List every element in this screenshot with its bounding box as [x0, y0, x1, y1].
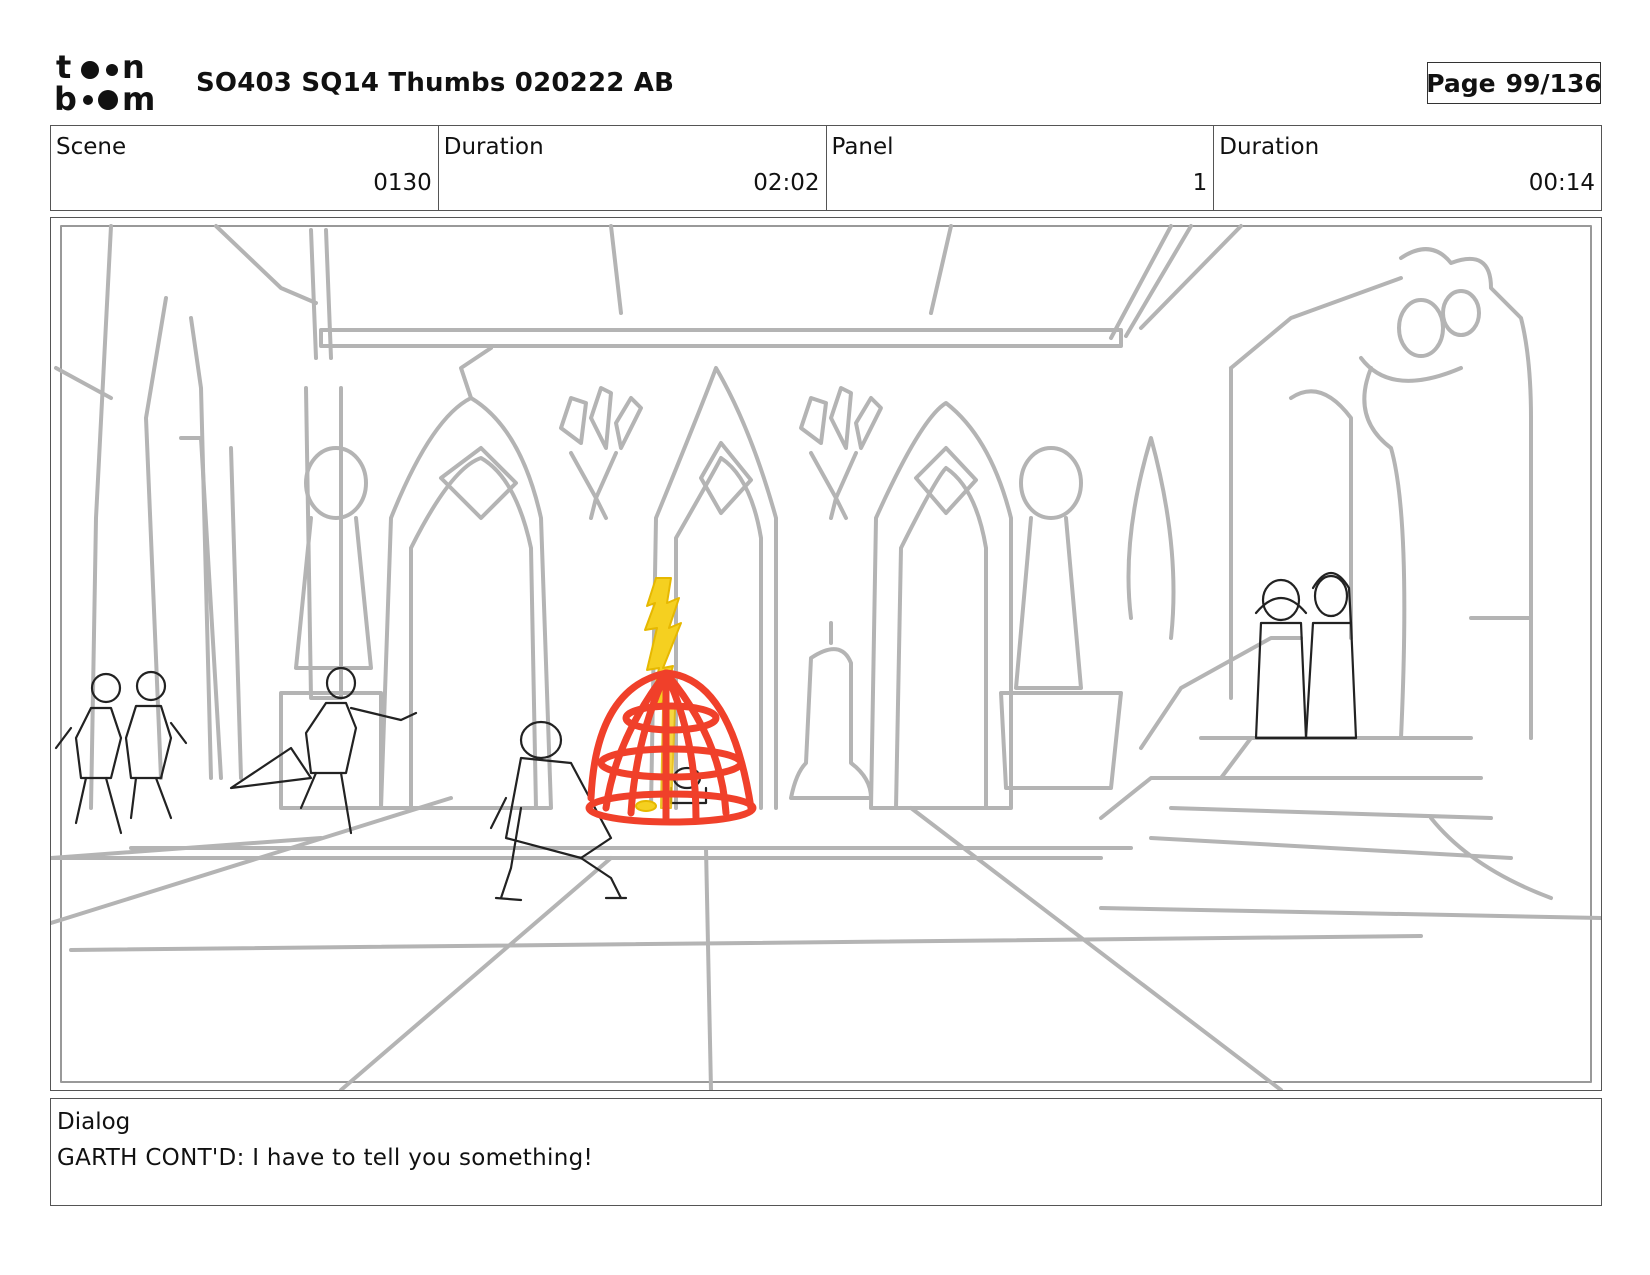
scene-duration-value: 02:02	[753, 170, 820, 196]
dialog-text: GARTH CONT'D: I have to tell you somethi…	[57, 1145, 593, 1171]
panel-duration-value: 00:14	[1528, 170, 1595, 196]
toonboom-logo: t n b m	[54, 48, 170, 118]
page-number: 99/136	[1505, 68, 1602, 98]
svg-text:b: b	[54, 80, 77, 114]
panel-value: 1	[1192, 170, 1208, 196]
scene-duration-cell: Duration 02:02	[439, 126, 827, 210]
scene-label: Scene	[56, 134, 127, 160]
page-indicator: Page 99/136	[1426, 62, 1602, 104]
info-table: Scene 0130 Duration 02:02 Panel 1 Durati…	[50, 125, 1602, 211]
document-title: SO403 SQ14 Thumbs 020222 AB	[196, 68, 675, 98]
svg-text:m: m	[122, 80, 155, 114]
panel-duration-cell: Duration 00:14	[1214, 126, 1601, 210]
dialog-label: Dialog	[57, 1109, 131, 1135]
panel-duration-label: Duration	[1219, 134, 1320, 160]
storyboard-sketch	[51, 224, 1601, 1090]
scene-value: 0130	[373, 170, 432, 196]
dialog-box: Dialog GARTH CONT'D: I have to tell you …	[50, 1098, 1602, 1206]
toonboom-logo-mark: t n b m	[54, 48, 155, 118]
storyboard-panel	[50, 217, 1602, 1091]
page-label: Page	[1426, 68, 1496, 98]
panel-label: Panel	[831, 134, 894, 160]
scene-cell: Scene 0130	[51, 126, 439, 210]
scene-duration-label: Duration	[443, 134, 544, 160]
panel-cell: Panel 1	[827, 126, 1215, 210]
